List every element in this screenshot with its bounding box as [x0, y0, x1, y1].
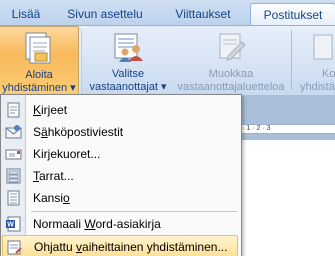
- word-document-icon: W: [6, 216, 21, 232]
- menu-item-email[interactable]: Sähköpostiviestit: [2, 121, 238, 143]
- select-recipients-label-2: vastaanottajat ▾: [89, 81, 167, 93]
- menu-item-label: Ohjattu vaiheittainen yhdistäminen...: [34, 240, 228, 254]
- tab-references[interactable]: Viittaukset: [158, 3, 248, 25]
- email-icon: [5, 125, 22, 139]
- word-window: Lisää Sivun asettelu Viittaukset Postitu…: [0, 0, 335, 256]
- start-mail-merge-button[interactable]: Aloita yhdistäminen ▾: [0, 26, 79, 96]
- document-page[interactable]: [232, 140, 335, 256]
- dropdown-arrow-icon: ▾: [70, 82, 76, 94]
- directory-icon: [7, 190, 20, 206]
- ribbon: Aloita yhdistäminen ▾ Valitse vastaanott…: [0, 25, 335, 96]
- letter-icon: [7, 102, 20, 118]
- menu-item-label: Kirjekuoret...: [33, 147, 101, 161]
- menu-separator: [31, 211, 237, 212]
- tab-page-layout[interactable]: Sivun asettelu: [55, 3, 155, 25]
- ribbon-tab-bar: Lisää Sivun asettelu Viittaukset Postitu…: [0, 0, 335, 26]
- ribbon-group-separator: [291, 30, 292, 90]
- horizontal-ruler[interactable]: · 2 · 1 · 2 · 3: [232, 124, 335, 134]
- recipients-icon: [114, 33, 143, 62]
- menu-item-label: Kirjeet: [33, 103, 68, 117]
- edit-list-icon: [219, 33, 246, 61]
- menu-item-envelopes[interactable]: Kirjekuoret...: [2, 143, 238, 165]
- menu-item-normal-word-document[interactable]: W Normaali Word-asiakirja: [2, 213, 238, 235]
- svg-text:W: W: [7, 222, 14, 229]
- dropdown-arrow-icon: ▾: [161, 81, 167, 93]
- next-group-label-2: yhdistä: [300, 81, 335, 93]
- start-merge-label-1: Aloita: [25, 69, 53, 81]
- menu-item-letters[interactable]: Kirjeet: [2, 99, 238, 121]
- wizard-icon: [7, 240, 22, 255]
- document-icon: [313, 34, 333, 60]
- menu-item-directory[interactable]: Kansio: [2, 187, 238, 209]
- menu-item-labels[interactable]: Tarrat...: [2, 165, 238, 187]
- menu-item-label: Tarrat...: [33, 169, 74, 183]
- menu-item-label: Normaali Word-asiakirja: [33, 217, 161, 231]
- tab-insert[interactable]: Lisää: [0, 3, 52, 25]
- next-group-label-1: Ko: [322, 68, 335, 80]
- edit-recipient-list-button[interactable]: Muokkaa vastaanottajaluetteloa: [172, 26, 290, 94]
- select-recipients-label-1: Valitse: [111, 68, 145, 80]
- next-group-button[interactable]: Ko yhdistä: [294, 26, 335, 94]
- start-merge-menu: Kirjeet Sähköpostiviestit Kirjekuoret...…: [0, 94, 242, 256]
- menu-item-label: Kansio: [33, 191, 70, 205]
- envelope-icon: [5, 149, 22, 160]
- labels-icon: [6, 168, 21, 184]
- menu-item-label: Sähköpostiviestit: [33, 125, 124, 139]
- menu-item-step-by-step-wizard[interactable]: Ohjattu vaiheittainen yhdistäminen...: [2, 235, 238, 256]
- edit-recipients-label-1: Muokkaa: [208, 68, 254, 80]
- edit-recipients-label-2: vastaanottajaluetteloa: [177, 81, 285, 93]
- tab-mailings[interactable]: Postitukset: [250, 3, 335, 26]
- mail-merge-document-icon: [25, 32, 51, 64]
- select-recipients-button[interactable]: Valitse vastaanottajat ▾: [86, 26, 170, 94]
